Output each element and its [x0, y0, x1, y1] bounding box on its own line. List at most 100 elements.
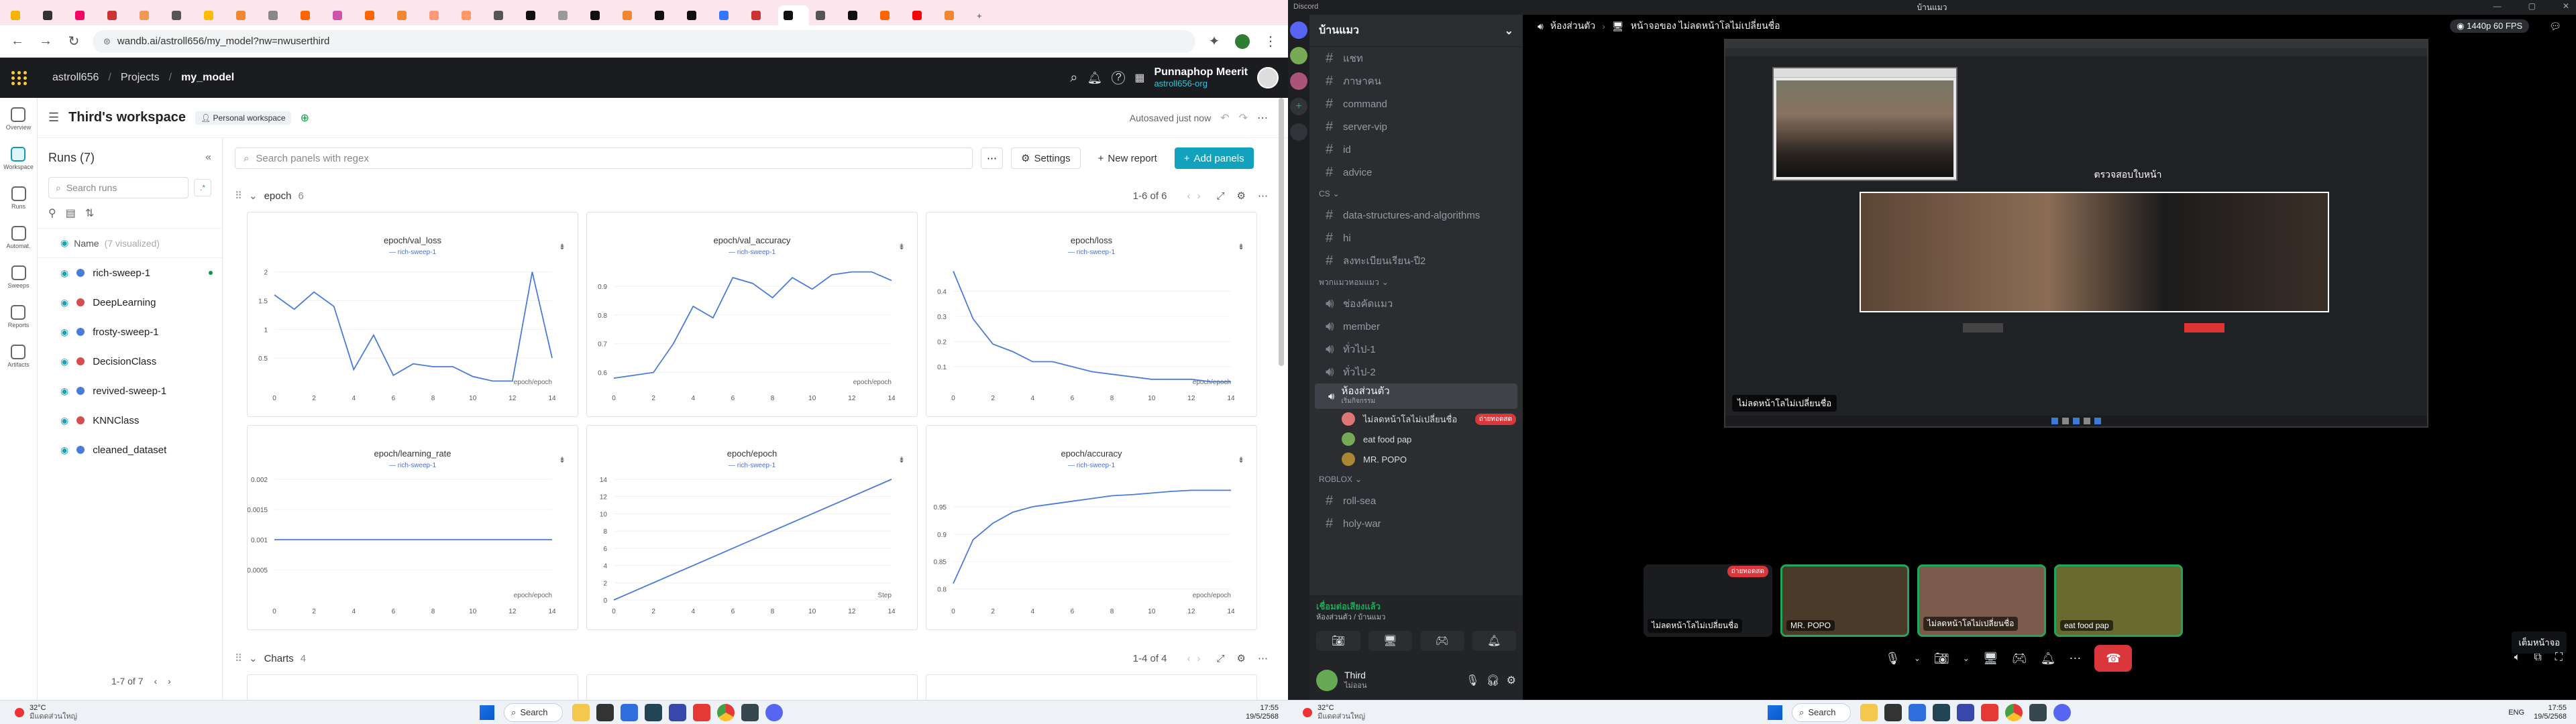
run-color-dot[interactable] [76, 387, 85, 395]
server-icon[interactable] [1290, 72, 1307, 90]
taskbar-search[interactable]: ⌕ Search [504, 703, 564, 722]
language-indicator[interactable]: ENG [2508, 709, 2524, 717]
microphone-icon[interactable]: 🎙︎ [1885, 652, 1900, 666]
sort-icon[interactable]: ⇅ [85, 206, 94, 220]
nav-item-reports[interactable]: Reports [8, 305, 29, 328]
name-column-header[interactable]: Name [74, 238, 99, 249]
scrollbar[interactable] [1279, 98, 1284, 366]
next-page-icon[interactable]: › [168, 676, 171, 686]
search-panels-input[interactable]: ⌕ Search panels with regex [235, 147, 973, 169]
browser-tab[interactable] [553, 5, 584, 25]
channel-item[interactable]: # id [1309, 138, 1523, 161]
channel-item[interactable]: # data-structures-and-algorithms [1309, 204, 1523, 227]
discord-icon[interactable] [765, 703, 784, 721]
browser-tab[interactable] [585, 5, 616, 25]
add-server-icon[interactable]: + [1290, 98, 1307, 115]
file-explorer-icon[interactable] [572, 703, 590, 721]
channel-item[interactable]: 🔊︎ ทั่วไป-1 [1309, 338, 1523, 361]
prev-icon[interactable]: ‹ [1187, 653, 1191, 664]
back-icon[interactable]: ← [8, 32, 27, 51]
channel-item[interactable]: # ภาษาคน [1309, 70, 1523, 93]
voice-member[interactable]: ไม่ลดหน้าโลไม่เปลี่ยนชื่อ ถ่ายทอดสด [1309, 409, 1523, 429]
drag-handle-icon[interactable]: ⠿ [235, 652, 242, 664]
filter-icon[interactable]: ⚲ [48, 206, 56, 220]
run-name[interactable]: frosty-sweep-1 [93, 326, 158, 338]
run-row[interactable]: ◉ cleaned_dataset [38, 435, 222, 465]
category-roblox[interactable]: ROBLOX ⌄ [1309, 469, 1523, 489]
browser-tab[interactable] [778, 5, 809, 25]
taskbar-search[interactable]: ⌕ Search [1792, 703, 1851, 722]
reload-icon[interactable]: ↻ [64, 32, 83, 51]
expand-icon[interactable]: ⤢ [1217, 653, 1225, 664]
next-icon[interactable]: › [1197, 190, 1201, 202]
run-color-dot[interactable] [76, 357, 85, 365]
browser-tab[interactable] [295, 5, 326, 25]
shared-screen[interactable]: ตรวจสอบใบหน้า ไม่ลดหน้าโลไม่เปลี่ยนชื่อ [1724, 39, 2428, 428]
run-row[interactable]: ◉ DeepLearning [38, 288, 222, 317]
channel-item[interactable]: # roll-sea [1309, 489, 1523, 512]
visibility-eye-icon[interactable]: ◉ [60, 267, 68, 279]
run-row[interactable]: ◉ KNNClass [38, 406, 222, 435]
visibility-eye-icon[interactable]: ◉ [60, 385, 68, 397]
weather-icon[interactable] [1303, 707, 1312, 717]
panel-menu-icon[interactable]: ⋯ [981, 147, 1003, 169]
app-icon[interactable] [1909, 703, 1927, 721]
app-icon[interactable] [669, 703, 687, 721]
popout-icon[interactable]: ⧉ [2534, 652, 2541, 664]
app-icon[interactable] [596, 703, 614, 721]
browser-tab[interactable] [521, 5, 551, 25]
hamburger-icon[interactable]: ☰ [48, 111, 59, 125]
camera-off-icon[interactable]: 📷︎ [1934, 652, 1949, 666]
more-icon[interactable]: ⋯ [2069, 652, 2081, 666]
chart-panel[interactable]: epoch/learning_rate — rich-sweep-1 ⇟ 0.002 0… [247, 425, 578, 630]
server-icon[interactable] [1290, 47, 1307, 64]
chart-panel[interactable]: epoch/val_loss — rich-sweep-1 ⇟ 2 1.5 1 0.5 0 2 4… [247, 212, 578, 417]
active-voice-channel[interactable]: 🔊︎ ห้องส่วนตัว เริ่มกิจกรรม [1315, 383, 1517, 409]
maximize-icon[interactable]: ▢ [2528, 1, 2536, 11]
browser-tab[interactable] [810, 5, 841, 25]
nav-item-automat[interactable]: Automat. [6, 226, 31, 249]
channel-item[interactable]: # holy-war [1309, 512, 1523, 535]
discord-icon[interactable] [2053, 703, 2072, 721]
nav-item-artifacts[interactable]: Artifacts [7, 345, 30, 368]
chevron-down-icon[interactable]: ⌄ [1505, 24, 1513, 38]
search-runs-input[interactable]: ⌕ Search runs [48, 177, 189, 198]
browser-tab[interactable] [102, 5, 133, 25]
disconnect-button[interactable]: ☎ [2094, 645, 2133, 672]
participant-tile[interactable]: ไม่ลดหน้าโลไม่เปลี่ยนชื่อ ถ่ายทอดสด [1644, 564, 1772, 637]
soundboard-button[interactable]: 🔔︎ [1472, 631, 1516, 651]
browser-tab[interactable] [134, 5, 165, 25]
workspace-add-icon[interactable]: ⊕ [301, 111, 309, 125]
run-row[interactable]: ◉ revived-sweep-1 [38, 376, 222, 406]
gear-icon[interactable]: ⚙ [1507, 674, 1516, 687]
browser-tab[interactable] [907, 5, 938, 25]
run-row[interactable]: ◉ DecisionClass [38, 347, 222, 376]
headphones-icon[interactable]: 🎧︎ [1486, 674, 1499, 687]
breadcrumb-projects[interactable]: Projects [121, 72, 160, 84]
expand-icon[interactable]: ⤢ [1217, 190, 1225, 202]
more-icon[interactable]: ⋯ [1258, 190, 1268, 202]
close-icon[interactable]: ✕ [2563, 1, 2569, 11]
avatar[interactable] [1257, 67, 1279, 88]
nav-item-runs[interactable]: Runs [11, 186, 26, 210]
address-bar[interactable]: ⊜ wandb.ai/astroll656/my_model?nw=nwuser… [93, 29, 1195, 53]
breadcrumb-user[interactable]: astroll656 [52, 72, 99, 84]
camera-off-button[interactable]: 📷︎ [1316, 631, 1360, 651]
chrome-menu-icon[interactable]: ⋮ [1261, 32, 1280, 51]
channel-item[interactable]: # ลงทะเบียนเรียน-ปี2 [1309, 249, 1523, 272]
stream-quality[interactable]: ◉ 1440p 60 FPS [2450, 19, 2530, 33]
discover-icon[interactable] [1290, 123, 1307, 141]
more-icon[interactable]: ⋯ [1258, 652, 1268, 664]
chart-panel[interactable]: epoch/epoch — rich-sweep-1 ⇟ 14 12 10 8 6 4 2 0 0 2 4… [586, 425, 918, 630]
app-icon[interactable] [645, 703, 663, 721]
drag-handle-icon[interactable]: ⠿ [235, 190, 242, 202]
run-row[interactable]: ◉ rich-sweep-1 [38, 258, 222, 288]
file-explorer-icon[interactable] [1860, 703, 1878, 721]
run-name[interactable]: DecisionClass [93, 356, 156, 367]
browser-tab[interactable] [424, 5, 455, 25]
channel-item[interactable]: 🔊︎ ช่องคัดแมว [1309, 292, 1523, 315]
gear-icon[interactable]: ⚙ [1237, 652, 1246, 664]
browser-tab[interactable] [327, 5, 358, 25]
browser-tab[interactable] [875, 5, 906, 25]
screen-share-button[interactable]: 🖥︎ [1368, 631, 1412, 651]
